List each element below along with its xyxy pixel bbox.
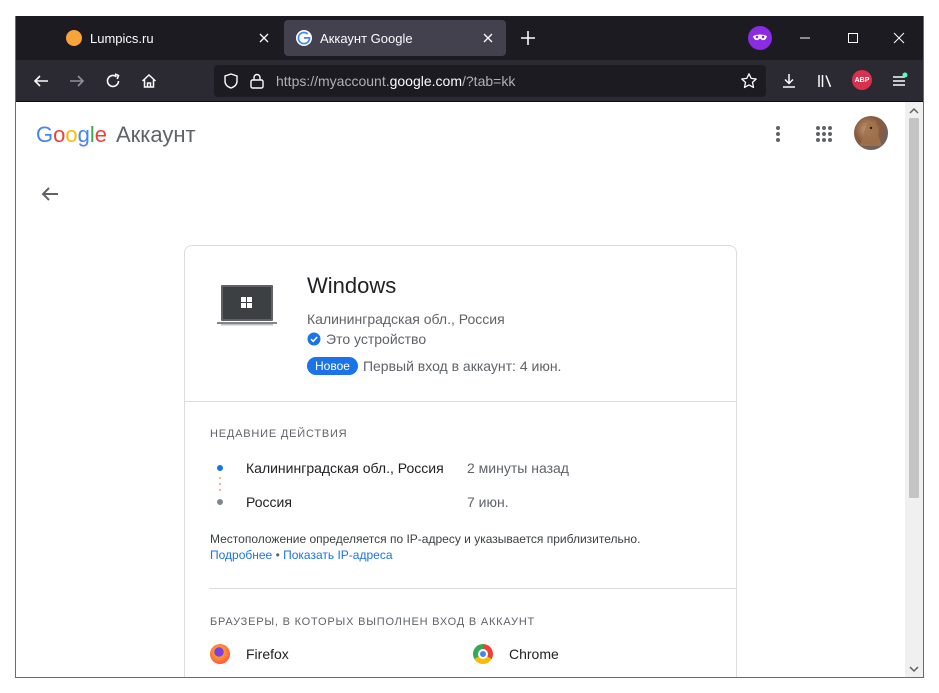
firefox-icon <box>210 644 230 664</box>
tab-title: Аккаунт Google <box>320 30 413 46</box>
browser-name: Chrome <box>509 646 559 662</box>
tab-title: Lumpics.ru <box>90 30 154 46</box>
scroll-up-icon[interactable] <box>908 104 920 116</box>
this-device-label: Это устройство <box>307 331 426 347</box>
close-window-icon[interactable] <box>877 22 921 54</box>
activity-location: Россия <box>246 494 292 510</box>
menu-hamburger-icon[interactable] <box>884 66 914 96</box>
tab-google-account[interactable]: Аккаунт Google <box>284 20 506 56</box>
activity-time: 2 минуты назад <box>467 460 569 476</box>
browser-window: Lumpics.ru Аккаунт Google https://myacco… <box>0 0 939 693</box>
url-text[interactable]: https://myaccount.google.com/?tab=kk <box>276 73 515 89</box>
logo-letter: g <box>77 122 90 147</box>
logo-letter: o <box>53 122 66 147</box>
chrome-icon <box>473 644 493 664</box>
minimize-window-icon[interactable] <box>783 22 827 54</box>
bookmark-star-icon[interactable] <box>740 72 758 95</box>
library-icon[interactable] <box>810 66 840 96</box>
home-icon[interactable] <box>134 66 164 96</box>
device-name: Windows <box>307 273 397 298</box>
show-ip-link[interactable]: Показать IP-адреса <box>283 548 392 562</box>
url-prefix: https://myaccount. <box>276 73 390 89</box>
divider <box>185 401 736 402</box>
google-apps-grid-icon[interactable] <box>810 120 838 148</box>
avatar[interactable] <box>854 116 888 150</box>
activity-dot-past <box>217 499 223 505</box>
url-suffix: /?tab=kk <box>462 73 516 89</box>
maximize-window-icon[interactable] <box>831 22 875 54</box>
activity-location: Калининградская обл., Россия <box>246 460 444 476</box>
window-border <box>923 16 924 678</box>
new-tab-plus-icon[interactable] <box>516 26 540 50</box>
page-content: Google Аккаунт Windows Калининградская о… <box>16 102 905 677</box>
browser-item-chrome[interactable]: Chrome <box>473 644 559 664</box>
link-separator: • <box>272 548 284 562</box>
window-border <box>15 677 924 678</box>
timeline-dot <box>219 483 221 485</box>
product-name: Аккаунт <box>116 122 196 147</box>
vertical-scrollbar[interactable] <box>905 102 923 677</box>
this-device-text: Это устройство <box>326 331 427 347</box>
timeline-dot <box>219 489 221 491</box>
activity-time: 7 июн. <box>467 494 509 510</box>
device-location: Калининградская обл., Россия <box>307 311 505 327</box>
shield-icon[interactable] <box>222 72 240 95</box>
ip-location-note: Местоположение определяется по IP-адресу… <box>210 532 641 546</box>
browser-item-firefox[interactable]: Firefox <box>210 644 289 664</box>
logo-letter: o <box>65 122 78 147</box>
google-logo[interactable]: Google <box>36 122 107 148</box>
back-arrow-icon[interactable] <box>38 182 62 206</box>
scroll-down-icon[interactable] <box>908 662 920 674</box>
browser-name: Firefox <box>246 646 289 662</box>
signed-in-browsers-heading: БРАУЗЕРЫ, В КОТОРЫХ ВЫПОЛНЕН ВХОД В АККА… <box>210 616 536 628</box>
activity-dot-current <box>217 465 223 471</box>
learn-more-link[interactable]: Подробнее <box>210 548 272 562</box>
close-tab-icon[interactable] <box>252 26 276 50</box>
recent-activity-heading: НЕДАВНИЕ ДЕЙСТВИЯ <box>210 428 348 440</box>
first-login-text: Первый вход в аккаунт: 4 июн. <box>362 358 562 374</box>
divider <box>209 588 736 589</box>
logo-letter: e <box>94 122 108 147</box>
device-card: Windows Калининградская обл., Россия Это… <box>184 245 737 677</box>
ip-links-row: Подробнее • Показать IP-адреса <box>210 548 393 562</box>
timeline-dot <box>219 477 221 479</box>
scroll-thumb[interactable] <box>909 118 919 498</box>
window-border <box>15 16 16 677</box>
more-options-icon[interactable] <box>766 120 790 148</box>
navigation-toolbar: https://myaccount.google.com/?tab=kk ABP <box>16 60 923 102</box>
google-favicon-icon <box>296 30 312 46</box>
lock-icon[interactable] <box>249 72 265 95</box>
laptop-icon <box>217 284 277 328</box>
tab-bar: Lumpics.ru Аккаунт Google <box>16 16 923 60</box>
verified-check-icon <box>307 332 321 346</box>
lumpics-favicon-icon <box>66 30 82 46</box>
adblock-plus-icon[interactable]: ABP <box>852 70 872 90</box>
url-domain: google.com <box>389 73 462 89</box>
url-bar[interactable]: https://myaccount.google.com/?tab=kk <box>214 65 766 97</box>
close-tab-icon[interactable] <box>476 26 500 50</box>
reload-icon[interactable] <box>98 66 128 96</box>
downloads-icon[interactable] <box>774 66 804 96</box>
private-mask-icon[interactable] <box>748 26 772 50</box>
tab-lumpics[interactable]: Lumpics.ru <box>56 20 282 56</box>
back-button[interactable] <box>26 66 56 96</box>
first-login-row: Новое Первый вход в аккаунт: 4 июн. <box>307 357 561 375</box>
forward-button[interactable] <box>62 66 92 96</box>
new-badge: Новое <box>307 357 358 375</box>
logo-letter: G <box>36 122 54 147</box>
